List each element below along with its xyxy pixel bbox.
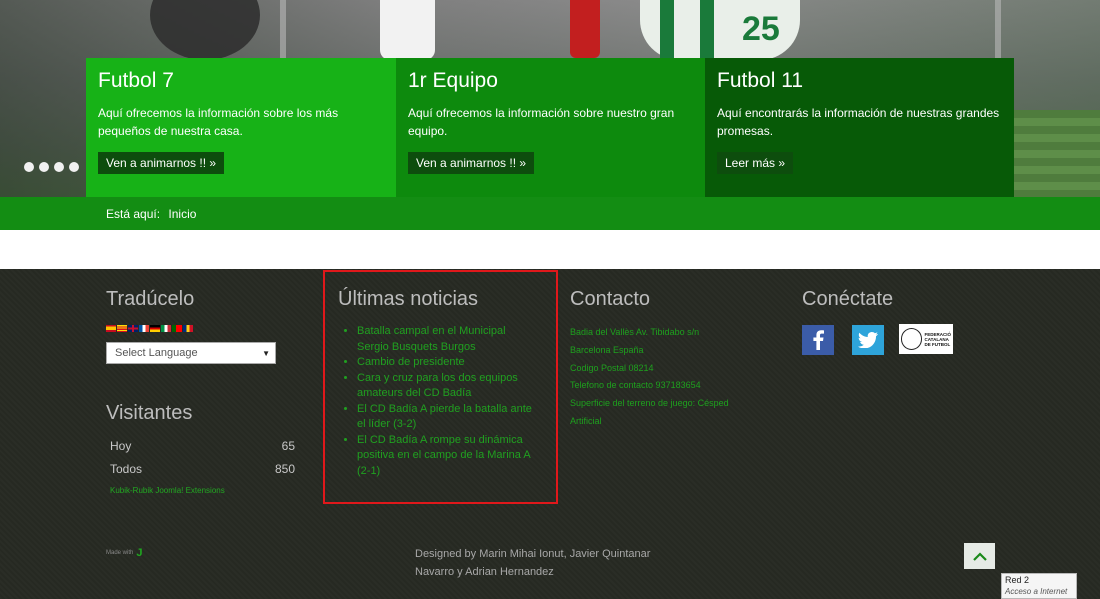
network-name: Red 2	[1005, 575, 1030, 585]
card-button[interactable]: Leer más »	[717, 152, 794, 174]
twitter-icon[interactable]	[852, 325, 884, 355]
visitors-row-total: Todos 850	[110, 462, 295, 476]
federacio-seal-icon	[901, 328, 923, 350]
flag-fr-icon[interactable]	[139, 325, 149, 332]
flag-es-icon[interactable]	[106, 325, 116, 332]
breadcrumb-current[interactable]: Inicio	[168, 207, 196, 221]
visitors-title: Visitantes	[106, 402, 193, 424]
kubik-rubik-link[interactable]: Kubik-Rubik Joomla! Extensions	[110, 486, 225, 495]
contact-surface-cont: Artificial	[570, 416, 602, 426]
slider-dot[interactable]	[54, 162, 64, 172]
designed-by: Designed by Marin Mihai Ionut, Javier Qu…	[415, 548, 651, 578]
news-item[interactable]: Cara y cruz para los dos equipos amateur…	[357, 371, 533, 402]
slider-dot[interactable]	[39, 162, 49, 172]
contact-phone: Telefono de contacto 937183654	[570, 380, 701, 390]
joomla-icon: J	[136, 547, 143, 559]
flag-it-icon[interactable]	[161, 325, 171, 332]
background-player-shorts	[380, 0, 435, 60]
contact-city: Barcelona España	[570, 345, 644, 355]
network-access: Acceso a Internet	[1005, 587, 1068, 596]
slide-card-futbol-7: Futbol 7 Aquí ofrecemos la información s…	[86, 58, 396, 197]
card-button[interactable]: Ven a animarnos !! »	[98, 152, 225, 174]
news-list: Batalla campal en el Municipal Sergio Bu…	[343, 324, 533, 479]
background-player-shape	[150, 0, 260, 60]
flag-ro-icon[interactable]	[183, 325, 193, 332]
visitors-row-today: Hoy 65	[110, 439, 295, 453]
flag-en-icon[interactable]	[128, 325, 138, 332]
breadcrumb-bar: Está aquí: Inicio	[0, 197, 1100, 230]
card-title: Futbol 7	[98, 69, 174, 92]
contact-address: Badia del Vallès Av. Tibidabo s/n	[570, 327, 700, 337]
card-text: Aquí ofrecemos la información sobre los …	[98, 106, 339, 138]
news-item[interactable]: El CD Badía A pierde la batalla ante el …	[357, 402, 533, 433]
news-item[interactable]: Batalla campal en el Municipal Sergio Bu…	[357, 324, 533, 355]
federacio-catalana-logo[interactable]: FEDERACIÓ CATALANA DE FUTBOL	[899, 324, 953, 354]
footer: Tradúcelo Select Language ▼ Visitantes H…	[0, 269, 1100, 599]
flag-ca-icon[interactable]	[117, 325, 127, 332]
slider-dot[interactable]	[24, 162, 34, 172]
language-select[interactable]: Select Language ▼	[106, 342, 276, 364]
network-status-tooltip: Red 2 Acceso a Internet	[1001, 573, 1077, 599]
made-with-joomla[interactable]: Made with J	[106, 547, 142, 559]
translate-title: Tradúcelo	[106, 288, 195, 310]
language-select-value: Select Language	[115, 347, 198, 359]
card-title: 1r Equipo	[408, 69, 498, 92]
breadcrumb-label: Está aquí:	[106, 207, 161, 221]
back-to-top-button[interactable]	[964, 543, 995, 569]
card-button[interactable]: Ven a animarnos !! »	[408, 152, 535, 174]
slide-card-primer-equipo: 1r Equipo Aquí ofrecemos la información …	[396, 58, 706, 197]
facebook-icon[interactable]	[802, 325, 834, 355]
breadcrumb: Está aquí: Inicio	[106, 207, 196, 221]
social-title: Conéctate	[802, 288, 894, 310]
chevron-down-icon: ▼	[262, 349, 270, 358]
slider-dot[interactable]	[69, 162, 79, 172]
chevron-up-icon	[972, 551, 987, 561]
contact-postal-code: Codigo Postal 08214	[570, 363, 654, 373]
card-text: Aquí ofrecemos la información sobre nues…	[408, 106, 675, 138]
background-player-sock	[570, 0, 600, 58]
slide-card-futbol-11: Futbol 11 Aquí encontrarás la informació…	[705, 58, 1014, 197]
background-jersey-number: 25	[742, 10, 780, 48]
flag-pt-icon[interactable]	[172, 325, 182, 332]
slider-dots	[24, 162, 79, 172]
background-turf	[1014, 110, 1100, 197]
flag-de-icon[interactable]	[150, 325, 160, 332]
language-flags	[106, 325, 193, 332]
news-item[interactable]: El CD Badía A rompe su dinámica positiva…	[357, 433, 533, 480]
contact-title: Contacto	[570, 288, 651, 310]
contact-surface: Superficie del terreno de juego: Césped	[570, 398, 729, 408]
card-text: Aquí encontrarás la información de nuest…	[717, 106, 1000, 138]
card-title: Futbol 11	[717, 69, 803, 92]
news-item[interactable]: Cambio de presidente	[357, 355, 533, 371]
news-title: Últimas noticias	[338, 288, 479, 310]
